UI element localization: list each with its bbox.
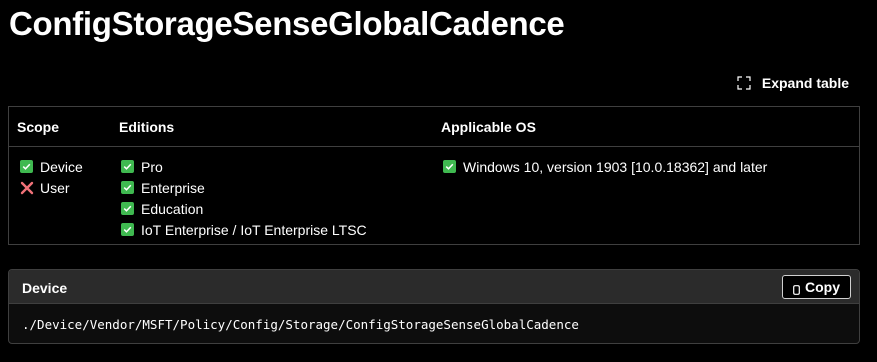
expand-icon — [737, 76, 751, 90]
code-block: Device Copy ./Device/Vendor/MSFT/Policy/… — [8, 269, 860, 344]
cross-icon — [20, 181, 34, 195]
scope-cell: Device User — [20, 156, 83, 198]
header-scope: Scope — [17, 119, 60, 135]
edition-item: Pro — [121, 156, 367, 177]
check-icon — [121, 223, 134, 236]
edition-item: Education — [121, 198, 367, 219]
edition-label: IoT Enterprise / IoT Enterprise LTSC — [141, 221, 367, 238]
os-label: Windows 10, version 1903 [10.0.18362] an… — [463, 158, 768, 175]
check-icon — [443, 160, 456, 173]
page-title: ConfigStorageSenseGlobalCadence — [9, 5, 565, 42]
copy-button[interactable]: Copy — [782, 275, 851, 299]
scope-label: Device — [40, 158, 83, 175]
edition-item: Enterprise — [121, 177, 367, 198]
expand-table-label: Expand table — [761, 75, 849, 91]
code-block-title: Device — [22, 280, 68, 296]
expand-table-button[interactable]: Expand table — [737, 73, 849, 93]
edition-label: Education — [141, 200, 204, 217]
scope-item-user: User — [20, 177, 83, 198]
table-header-row: Scope Editions Applicable OS — [9, 107, 859, 147]
code-block-header: Device Copy — [9, 270, 859, 304]
edition-label: Enterprise — [141, 179, 205, 196]
copy-icon — [793, 282, 800, 295]
edition-label: Pro — [141, 158, 163, 175]
editions-cell: Pro Enterprise Education IoT Enterprise … — [121, 156, 367, 240]
copy-label: Copy — [805, 279, 840, 295]
check-icon — [121, 202, 134, 215]
header-applicable-os: Applicable OS — [441, 119, 536, 135]
check-icon — [121, 181, 134, 194]
scope-item-device: Device — [20, 156, 83, 177]
edition-item: IoT Enterprise / IoT Enterprise LTSC — [121, 219, 367, 240]
check-icon — [121, 160, 134, 173]
header-editions: Editions — [119, 119, 175, 135]
check-icon — [20, 160, 33, 173]
code-path: ./Device/Vendor/MSFT/Policy/Config/Stora… — [22, 317, 579, 332]
os-item: Windows 10, version 1903 [10.0.18362] an… — [443, 156, 767, 177]
requirements-table: Scope Editions Applicable OS Device User — [8, 106, 860, 245]
scope-label: User — [40, 179, 70, 196]
os-cell: Windows 10, version 1903 [10.0.18362] an… — [443, 156, 767, 177]
